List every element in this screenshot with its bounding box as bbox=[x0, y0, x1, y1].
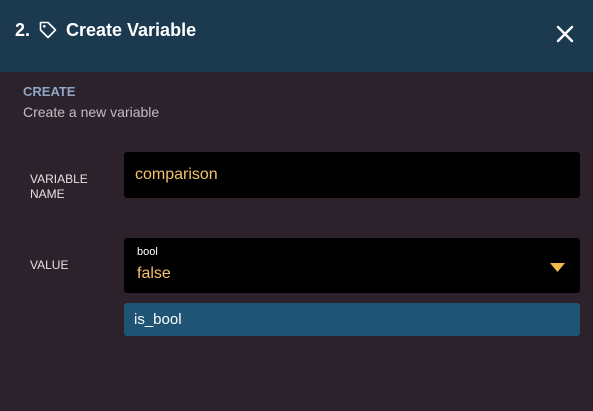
value-type-label: bool bbox=[137, 246, 158, 258]
value-selected: false bbox=[137, 265, 171, 282]
section-title: CREATE bbox=[23, 84, 76, 99]
suggestion-item[interactable]: is_bool bbox=[124, 303, 580, 336]
caret-down-icon bbox=[550, 263, 565, 272]
variable-name-label: VARIABLE NAME bbox=[30, 172, 88, 201]
value-label: VALUE bbox=[30, 258, 69, 272]
close-icon[interactable] bbox=[554, 23, 576, 45]
value-select[interactable]: bool false bbox=[124, 238, 580, 293]
variable-name-input[interactable] bbox=[124, 152, 580, 198]
dialog-header: 2. Create Variable bbox=[0, 0, 593, 72]
step-number: 2. bbox=[15, 20, 31, 40]
tag-icon bbox=[39, 21, 57, 39]
section-subtitle: Create a new variable bbox=[23, 104, 160, 120]
create-variable-dialog: 2. Create Variable CREATE Create a new v… bbox=[0, 0, 593, 411]
dialog-title: Create Variable bbox=[66, 20, 197, 40]
